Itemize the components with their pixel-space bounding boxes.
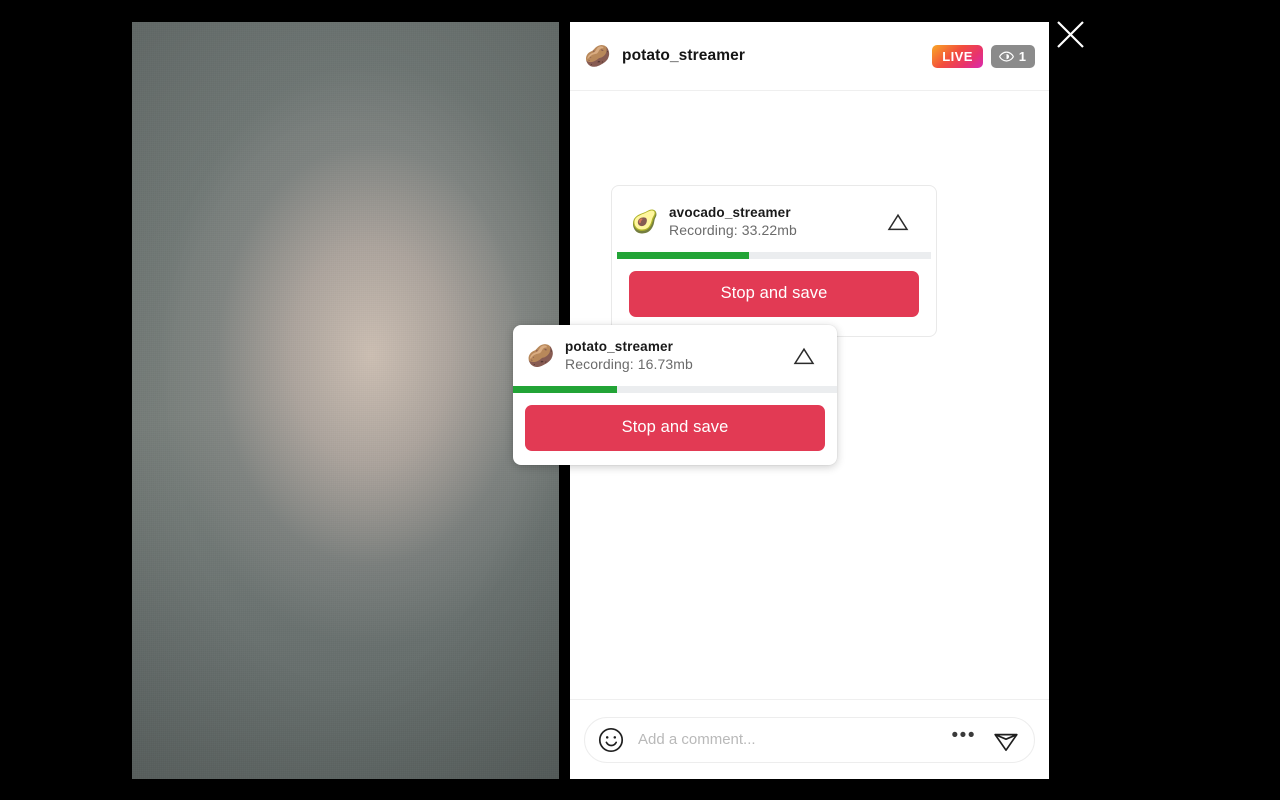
close-icon[interactable] — [1054, 18, 1087, 51]
stream-header: 🥔 potato_streamer LIVE 1 — [570, 22, 1049, 91]
warning-triangle-icon[interactable] — [887, 212, 909, 232]
recording-progress-bar — [617, 252, 931, 259]
recording-progress-fill — [513, 386, 617, 393]
recording-status: Recording: 33.22mb — [669, 222, 797, 238]
comment-input-pill[interactable]: ••• — [584, 716, 1035, 763]
recording-card: 🥔 potato_streamer Recording: 16.73mb Sto… — [513, 325, 837, 465]
recording-card-header: 🥔 potato_streamer Recording: 16.73mb — [513, 325, 837, 386]
video-vignette-overlay — [132, 22, 559, 779]
comment-bar: ••• — [570, 699, 1049, 779]
recording-card-text: avocado_streamer Recording: 33.22mb — [669, 205, 797, 238]
recording-status: Recording: 16.73mb — [565, 356, 693, 372]
viewer-count-badge[interactable]: 1 — [990, 44, 1035, 68]
screen-root: 🥔 potato_streamer LIVE 1 🥑 avocado_strea… — [0, 0, 1280, 800]
recording-card-inner: 🥑 avocado_streamer Recording: 33.22mb St… — [617, 191, 931, 331]
live-status-badge: LIVE — [932, 44, 983, 68]
send-paper-plane-icon[interactable] — [992, 726, 1020, 754]
recording-card-text: potato_streamer Recording: 16.73mb — [565, 339, 693, 372]
more-options-icon[interactable]: ••• — [948, 726, 980, 748]
recording-username: potato_streamer — [565, 339, 674, 354]
avatar: 🥔 — [584, 44, 612, 68]
avatar: 🥔 — [527, 342, 555, 368]
streamer-username[interactable]: potato_streamer — [622, 47, 745, 65]
recording-username: avocado_streamer — [669, 205, 791, 220]
warning-triangle-icon[interactable] — [793, 346, 815, 366]
recording-card-footer: Stop and save — [513, 393, 837, 465]
stop-and-save-button[interactable]: Stop and save — [525, 405, 825, 451]
eye-icon — [998, 50, 1014, 63]
recording-card-footer: Stop and save — [617, 259, 931, 331]
stop-and-save-button[interactable]: Stop and save — [629, 271, 919, 317]
recording-card-header: 🥑 avocado_streamer Recording: 33.22mb — [617, 191, 931, 252]
smiley-face-icon[interactable] — [598, 727, 624, 753]
viewer-count-value: 1 — [1018, 48, 1026, 64]
recording-progress-fill — [617, 252, 749, 259]
live-video-feed[interactable] — [132, 22, 559, 779]
recording-card: 🥑 avocado_streamer Recording: 33.22mb St… — [611, 185, 937, 337]
header-actions: LIVE 1 — [932, 44, 1035, 68]
recording-progress-bar — [513, 386, 837, 393]
comment-input[interactable] — [638, 731, 948, 748]
avatar: 🥑 — [631, 208, 659, 234]
